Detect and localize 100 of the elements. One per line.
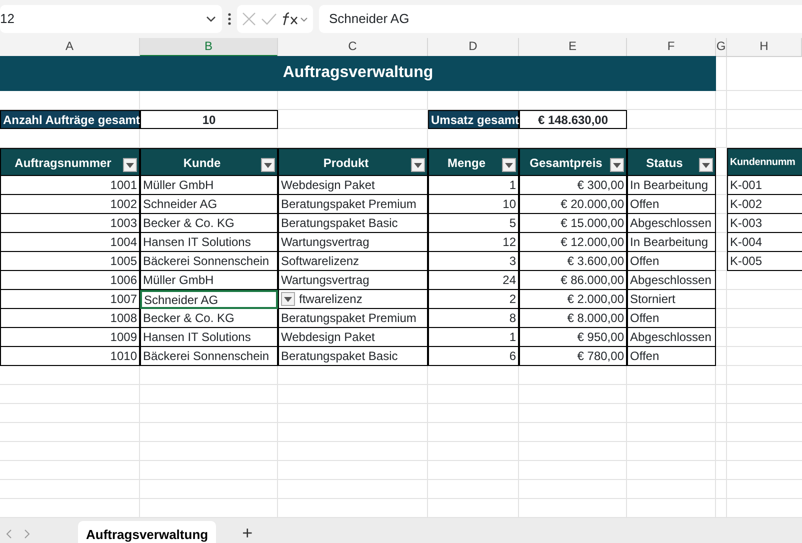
table-cell: 1010 [0, 347, 140, 366]
table-cell: K-004 [727, 233, 802, 252]
table-cell: 10 [428, 195, 519, 214]
table-cell: € 20.000,00 [519, 195, 627, 214]
table-cell: Schneider AG [140, 195, 278, 214]
table-cell: € 780,00 [519, 347, 627, 366]
table-cell: 1002 [0, 195, 140, 214]
table-cell: Offen [627, 252, 716, 271]
function-icon[interactable] [282, 12, 308, 26]
column-header[interactable]: B [140, 38, 278, 57]
table-cell: Wartungsvertrag [278, 271, 428, 290]
table-cell: Bäckerei Sonnenschein [140, 252, 278, 271]
filter-button[interactable] [610, 158, 624, 172]
column-header[interactable]: Menge [428, 148, 519, 176]
table-cell: 1007 [0, 290, 140, 309]
table-cell: 1006 [0, 271, 140, 290]
table-cell: K-003 [727, 214, 802, 233]
table-cell: € 8.000,00 [519, 309, 627, 328]
table-cell: Offen [627, 195, 716, 214]
summary-label: Umsatz gesamt [428, 110, 519, 129]
table-cell: Hansen IT Solutions [140, 233, 278, 252]
table-cell: 6 [428, 347, 519, 366]
table-cell: Müller GmbH [140, 176, 278, 195]
column-header[interactable]: H [727, 38, 802, 57]
table-cell: In Bearbeitung [627, 233, 716, 252]
table-cell: Becker & Co. KG [140, 214, 278, 233]
table-cell: Beratungspaket Premium [278, 195, 428, 214]
table-cell: Müller GmbH [140, 271, 278, 290]
filter-button[interactable] [411, 158, 425, 172]
column-header[interactable]: Status [627, 148, 716, 176]
summary-label: Anzahl Aufträge gesamt [0, 110, 140, 129]
table-cell: 1009 [0, 328, 140, 347]
filter-button[interactable] [502, 158, 516, 172]
table-cell: Bäckerei Sonnenschein [140, 347, 278, 366]
table-cell: ftwarelizenz [278, 290, 428, 309]
table-cell: Schneider AG [140, 290, 278, 309]
table-cell: K-002 [727, 195, 802, 214]
table-cell: € 300,00 [519, 176, 627, 195]
table-cell: Abgeschlossen [627, 328, 716, 347]
table-cell: 1008 [0, 309, 140, 328]
caret-icon [284, 296, 292, 302]
table-cell: Offen [627, 309, 716, 328]
table-cell: € 15.000,00 [519, 214, 627, 233]
table-cell: Beratungspaket Basic [278, 347, 428, 366]
caret-icon [414, 162, 422, 168]
table-cell: Webdesign Paket [278, 328, 428, 347]
column-header[interactable]: Kunde [140, 148, 278, 176]
table-cell: € 2.000,00 [519, 290, 627, 309]
table-cell: Storniert [627, 290, 716, 309]
caret-icon [613, 162, 621, 168]
table-cell: € 12.000,00 [519, 233, 627, 252]
caret-icon [702, 162, 710, 168]
filter-button[interactable] [123, 158, 137, 172]
table-cell: 12 [428, 233, 519, 252]
table-cell: 1005 [0, 252, 140, 271]
caret-icon [505, 162, 513, 168]
more-icon[interactable] [228, 13, 231, 25]
filter-button[interactable] [699, 158, 713, 172]
filter-button[interactable] [261, 158, 275, 172]
sheet-title: Auftragsverwaltung [0, 56, 716, 91]
table-cell: Hansen IT Solutions [140, 328, 278, 347]
table-cell: € 950,00 [519, 328, 627, 347]
name-box[interactable]: 12 [0, 5, 222, 33]
sheet-tab[interactable]: Auftragsverwaltung [78, 521, 216, 543]
table-cell: 8 [428, 309, 519, 328]
column-header[interactable]: Produkt [278, 148, 428, 176]
table-cell: Wartungsvertrag [278, 233, 428, 252]
table-cell: Abgeschlossen [627, 271, 716, 290]
table-cell: € 86.000,00 [519, 271, 627, 290]
table-cell: Abgeschlossen [627, 214, 716, 233]
table-cell: € 3.600,00 [519, 252, 627, 271]
table-cell: 1 [428, 328, 519, 347]
table-cell: 1003 [0, 214, 140, 233]
table-cell: Softwarelizenz [278, 252, 428, 271]
column-header[interactable]: G [716, 38, 727, 57]
table-cell: 1004 [0, 233, 140, 252]
table-cell: Beratungspaket Premium [278, 309, 428, 328]
table-cell: 1 [428, 176, 519, 195]
chevron-icon [206, 16, 216, 22]
caret-icon [126, 162, 134, 168]
column-header[interactable]: Gesamtpreis [519, 148, 627, 176]
column-header[interactable]: Auftragsnummer [0, 148, 140, 176]
table-cell: Becker & Co. KG [140, 309, 278, 328]
table-cell: Webdesign Paket [278, 176, 428, 195]
table-cell: 5 [428, 214, 519, 233]
table-cell: Offen [627, 347, 716, 366]
table-cell: K-001 [727, 176, 802, 195]
table-cell: 2 [428, 290, 519, 309]
summary-value: € 148.630,00 [519, 110, 627, 129]
add-sheet-button[interactable]: + [234, 520, 261, 543]
table-cell: Beratungspaket Basic [278, 214, 428, 233]
caret-icon [264, 162, 272, 168]
column-heading: Kundennumm [727, 148, 802, 176]
table-cell: In Bearbeitung [627, 176, 716, 195]
formula-field[interactable]: Schneider AG [319, 5, 802, 33]
check-icon[interactable] [260, 13, 277, 25]
summary-value: 10 [140, 110, 278, 129]
table-cell: K-005 [727, 252, 802, 271]
table-cell: 24 [428, 271, 519, 290]
table-cell: 3 [428, 252, 519, 271]
